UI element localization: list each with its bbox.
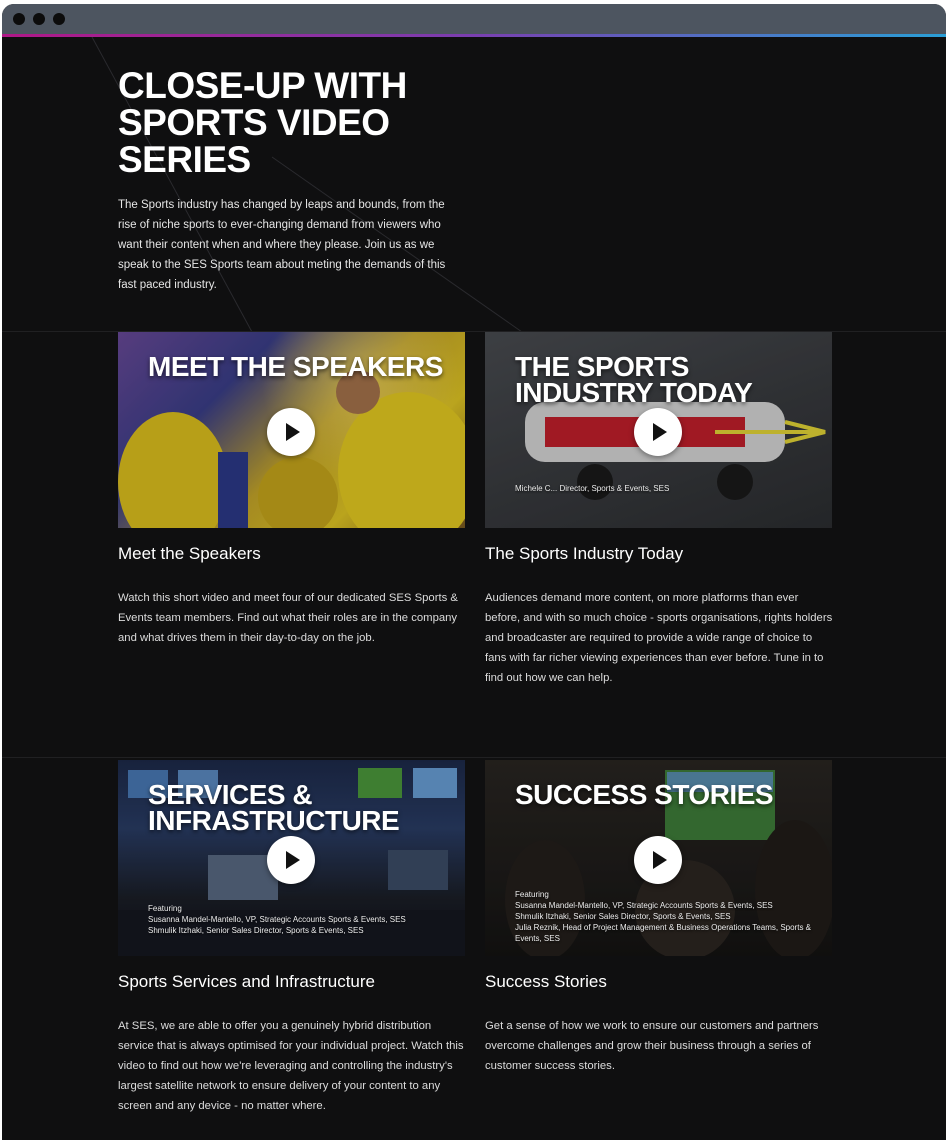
thumbnail-title: MEET THE SPEAKERS: [148, 351, 443, 382]
video-card-sports-industry: THE SPORTS INDUSTRY TODAY Michele C... D…: [485, 332, 832, 692]
maximize-window-dot[interactable]: [53, 13, 65, 25]
close-window-dot[interactable]: [13, 13, 25, 25]
video-description: Get a sense of how we work to ensure our…: [485, 1020, 819, 1072]
featuring-credits: Featuring Susanna Mandel-Mantello, VP, S…: [515, 890, 811, 943]
video-card-meet-speakers: MEET THE SPEAKERS Meet the Speakers Watc…: [118, 332, 465, 662]
video-title[interactable]: Sports Services and Infrastructure: [118, 972, 375, 992]
page-title: CLOSE-UP WITH SPORTS VIDEO SERIES: [118, 65, 407, 180]
play-button-icon[interactable]: [634, 408, 682, 456]
featuring-credits: Michele C... Director, Sports & Events, …: [515, 484, 670, 493]
video-card-services: SERVICES & INFRASTRUCTURE Featuring Susa…: [118, 760, 465, 1120]
video-card-success-stories: SUCCESS STORIES Featuring Susanna Mandel…: [485, 760, 832, 1090]
play-button-icon[interactable]: [634, 836, 682, 884]
window-titlebar: [2, 4, 946, 34]
video-thumbnail[interactable]: MEET THE SPEAKERS: [118, 332, 465, 528]
video-thumbnail[interactable]: SERVICES & INFRASTRUCTURE Featuring Susa…: [118, 760, 465, 956]
video-thumbnail[interactable]: THE SPORTS INDUSTRY TODAY Michele C... D…: [485, 332, 832, 528]
video-title[interactable]: The Sports Industry Today: [485, 544, 683, 564]
browser-window: CLOSE-UP WITH SPORTS VIDEO SERIES The Sp…: [2, 4, 946, 1140]
thumbnail-title: THE SPORTS INDUSTRY TODAY: [515, 351, 753, 408]
intro-text: The Sports industry has changed by leaps…: [118, 199, 446, 291]
video-description: At SES, we are able to offer you a genui…: [118, 1020, 464, 1112]
section-divider: [2, 757, 946, 758]
thumbnail-title: SUCCESS STORIES: [515, 779, 774, 810]
video-description: Watch this short video and meet four of …: [118, 592, 458, 644]
play-button-icon[interactable]: [267, 408, 315, 456]
page-content: CLOSE-UP WITH SPORTS VIDEO SERIES The Sp…: [2, 37, 946, 1140]
minimize-window-dot[interactable]: [33, 13, 45, 25]
play-button-icon[interactable]: [267, 836, 315, 884]
featuring-credits: Featuring Susanna Mandel-Mantello, VP, S…: [148, 904, 406, 935]
video-thumbnail[interactable]: SUCCESS STORIES Featuring Susanna Mandel…: [485, 760, 832, 956]
video-title[interactable]: Success Stories: [485, 972, 607, 992]
thumbnail-title: SERVICES & INFRASTRUCTURE: [148, 779, 400, 836]
video-description: Audiences demand more content, on more p…: [485, 592, 833, 684]
video-title[interactable]: Meet the Speakers: [118, 544, 261, 564]
